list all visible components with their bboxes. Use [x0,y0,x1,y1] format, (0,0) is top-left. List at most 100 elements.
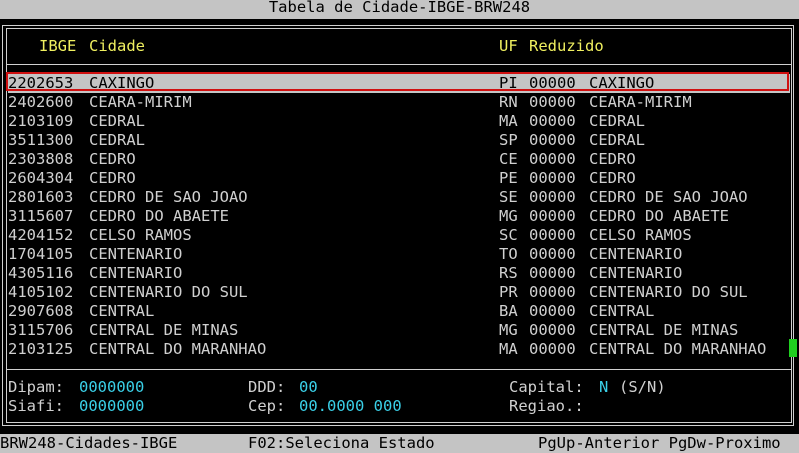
siafi-label: Siafi: [8,397,64,415]
dipam-label: Dipam: [8,378,64,396]
cidade-cell: CENTENARIO [89,264,183,282]
codigo-cell: 00000 [529,150,576,168]
cidade-cell: CENTRAL DO MARANHAO [89,340,267,358]
codigo-cell: 00000 [529,74,576,92]
table-row[interactable]: 2801603 CEDRO DE SAO JOAO SE 00000 CEDRO DE … [8,188,790,207]
f02-shortcut[interactable]: F02:Seleciona Estado [248,434,435,453]
uf-cell: SC [499,226,518,244]
cidade-cell: CENTRAL [89,302,155,320]
table-row[interactable]: 3115607 CEDRO DO ABAETE MG 00000 CEDRO DO AB… [8,207,790,226]
ibge-cell: 3115706 [8,321,74,339]
cep-field[interactable]: 00.0000 000 [299,397,402,416]
codigo-cell: 00000 [529,283,576,301]
dipam-field[interactable]: 0000000 [79,378,144,397]
siafi-field[interactable]: 0000000 [79,397,144,416]
cidade-cell: CEDRAL [89,112,145,130]
codigo-cell: 00000 [529,188,576,206]
table-row[interactable]: 2907608 CENTRAL BA 00000 CENTRAL [8,302,790,321]
uf-cell: SE [499,188,518,206]
column-header-reduzido: Reduzido [529,37,604,55]
cidade-cell: CEDRO DE SAO JOAO [89,188,248,206]
table-row[interactable]: 3115706 CENTRAL DE MINAS MG 00000 CENTRAL DE… [8,321,790,340]
reduzido-cell: CENTRAL [589,302,655,320]
details-divider [6,369,792,370]
table-row[interactable]: 2103109 CEDRAL MA 00000 CEDRAL [8,112,790,131]
cidade-cell: CEDRO DO ABAETE [89,207,229,225]
cidade-cell: CEDRO [89,169,136,187]
reduzido-cell: CEDRAL [589,131,645,149]
table-row-selected[interactable]: 2202653 CAXINGO PI 00000 CAXINGO [8,74,790,93]
capital-hint: (S/N) [619,378,666,396]
table-row[interactable]: 3511300 CEDRAL SP 00000 CEDRAL [8,131,790,150]
ibge-cell: 2303808 [8,150,74,168]
codigo-cell: 00000 [529,245,576,263]
header-divider [6,64,792,65]
codigo-cell: 00000 [529,302,576,320]
ddd-label: DDD: [248,378,286,396]
uf-cell: RN [499,93,518,111]
ibge-cell: 2103109 [8,112,74,130]
table-row[interactable]: 4305116 CENTENARIO RS 00000 CENTENARIO [8,264,790,283]
reduzido-cell: CENTRAL DO MARANHAO [589,340,767,358]
uf-cell: MG [499,207,518,225]
codigo-cell: 00000 [529,264,576,282]
ibge-cell: 2604304 [8,169,74,187]
uf-cell: PE [499,169,518,187]
uf-cell: BA [499,302,518,320]
ibge-cell: 4105102 [8,283,74,301]
cidade-cell: CEDRO [89,150,136,168]
reduzido-cell: CEDRO [589,169,636,187]
reduzido-cell: CEDRAL [589,112,645,130]
column-header-uf: UF [499,37,518,55]
window-title: Tabela de Cidade-IBGE-BRW248 [268,0,531,16]
cep-label: Cep: [248,397,286,415]
table-row[interactable]: 4204152 CELSO RAMOS SC 00000 CELSO RAMOS [8,226,790,245]
uf-cell: CE [499,150,518,168]
uf-cell: PR [499,283,518,301]
column-header-cidade: Cidade [89,37,145,55]
uf-cell: PI [499,74,518,92]
paging-shortcuts[interactable]: PgUp-Anterior PgDw-Proximo [538,434,781,453]
cidade-cell: CENTRAL DE MINAS [89,321,239,339]
reduzido-cell: CEARA-MIRIM [589,93,692,111]
capital-field[interactable]: N [599,378,608,397]
table-row[interactable]: 2103125 CENTRAL DO MARANHAO MA 00000 CENTRAL… [8,340,790,359]
status-program: BRW248-Cidades-IBGE [0,434,178,452]
table-row[interactable]: 1704105 CENTENARIO TO 00000 CENTENARIO [8,245,790,264]
reduzido-cell: CAXINGO [589,74,655,92]
cidade-cell: CEDRAL [89,131,145,149]
ibge-cell: 2402600 [8,93,74,111]
codigo-cell: 00000 [529,207,576,225]
table-row[interactable]: 2303808 CEDRO CE 00000 CEDRO [8,150,790,169]
reduzido-cell: CEDRO DE SAO JOAO [589,188,748,206]
ibge-cell: 2202653 [8,74,74,92]
uf-cell: MA [499,340,518,358]
codigo-cell: 00000 [529,321,576,339]
uf-cell: SP [499,131,518,149]
cidade-cell: CAXINGO [89,74,155,92]
uf-cell: MG [499,321,518,339]
reduzido-cell: CENTRAL DE MINAS [589,321,739,339]
codigo-cell: 00000 [529,226,576,244]
uf-cell: TO [499,245,518,263]
ddd-field[interactable]: 00 [299,378,318,397]
codigo-cell: 00000 [529,169,576,187]
status-bar: BRW248-Cidades-IBGE F02:Seleciona Estado… [0,434,799,453]
table-row[interactable]: 2604304 CEDRO PE 00000 CEDRO [8,169,790,188]
cidade-cell: CELSO RAMOS [89,226,192,244]
title-bar: Tabela de Cidade-IBGE-BRW248 [0,0,799,19]
codigo-cell: 00000 [529,340,576,358]
uf-cell: RS [499,264,518,282]
ibge-cell: 2907608 [8,302,74,320]
codigo-cell: 00000 [529,93,576,111]
regiao-label: Regiao.: [509,397,584,415]
table-row[interactable]: 4105102 CENTENARIO DO SUL PR 00000 CENTENARI… [8,283,790,302]
ibge-cell: 4305116 [8,264,74,282]
ibge-cell: 3511300 [8,131,74,149]
ibge-cell: 2801603 [8,188,74,206]
ibge-cell: 2103125 [8,340,74,358]
uf-cell: MA [499,112,518,130]
reduzido-cell: CENTENARIO DO SUL [589,283,748,301]
codigo-cell: 00000 [529,131,576,149]
table-row[interactable]: 2402600 CEARA-MIRIM RN 00000 CEARA-MIRIM [8,93,790,112]
